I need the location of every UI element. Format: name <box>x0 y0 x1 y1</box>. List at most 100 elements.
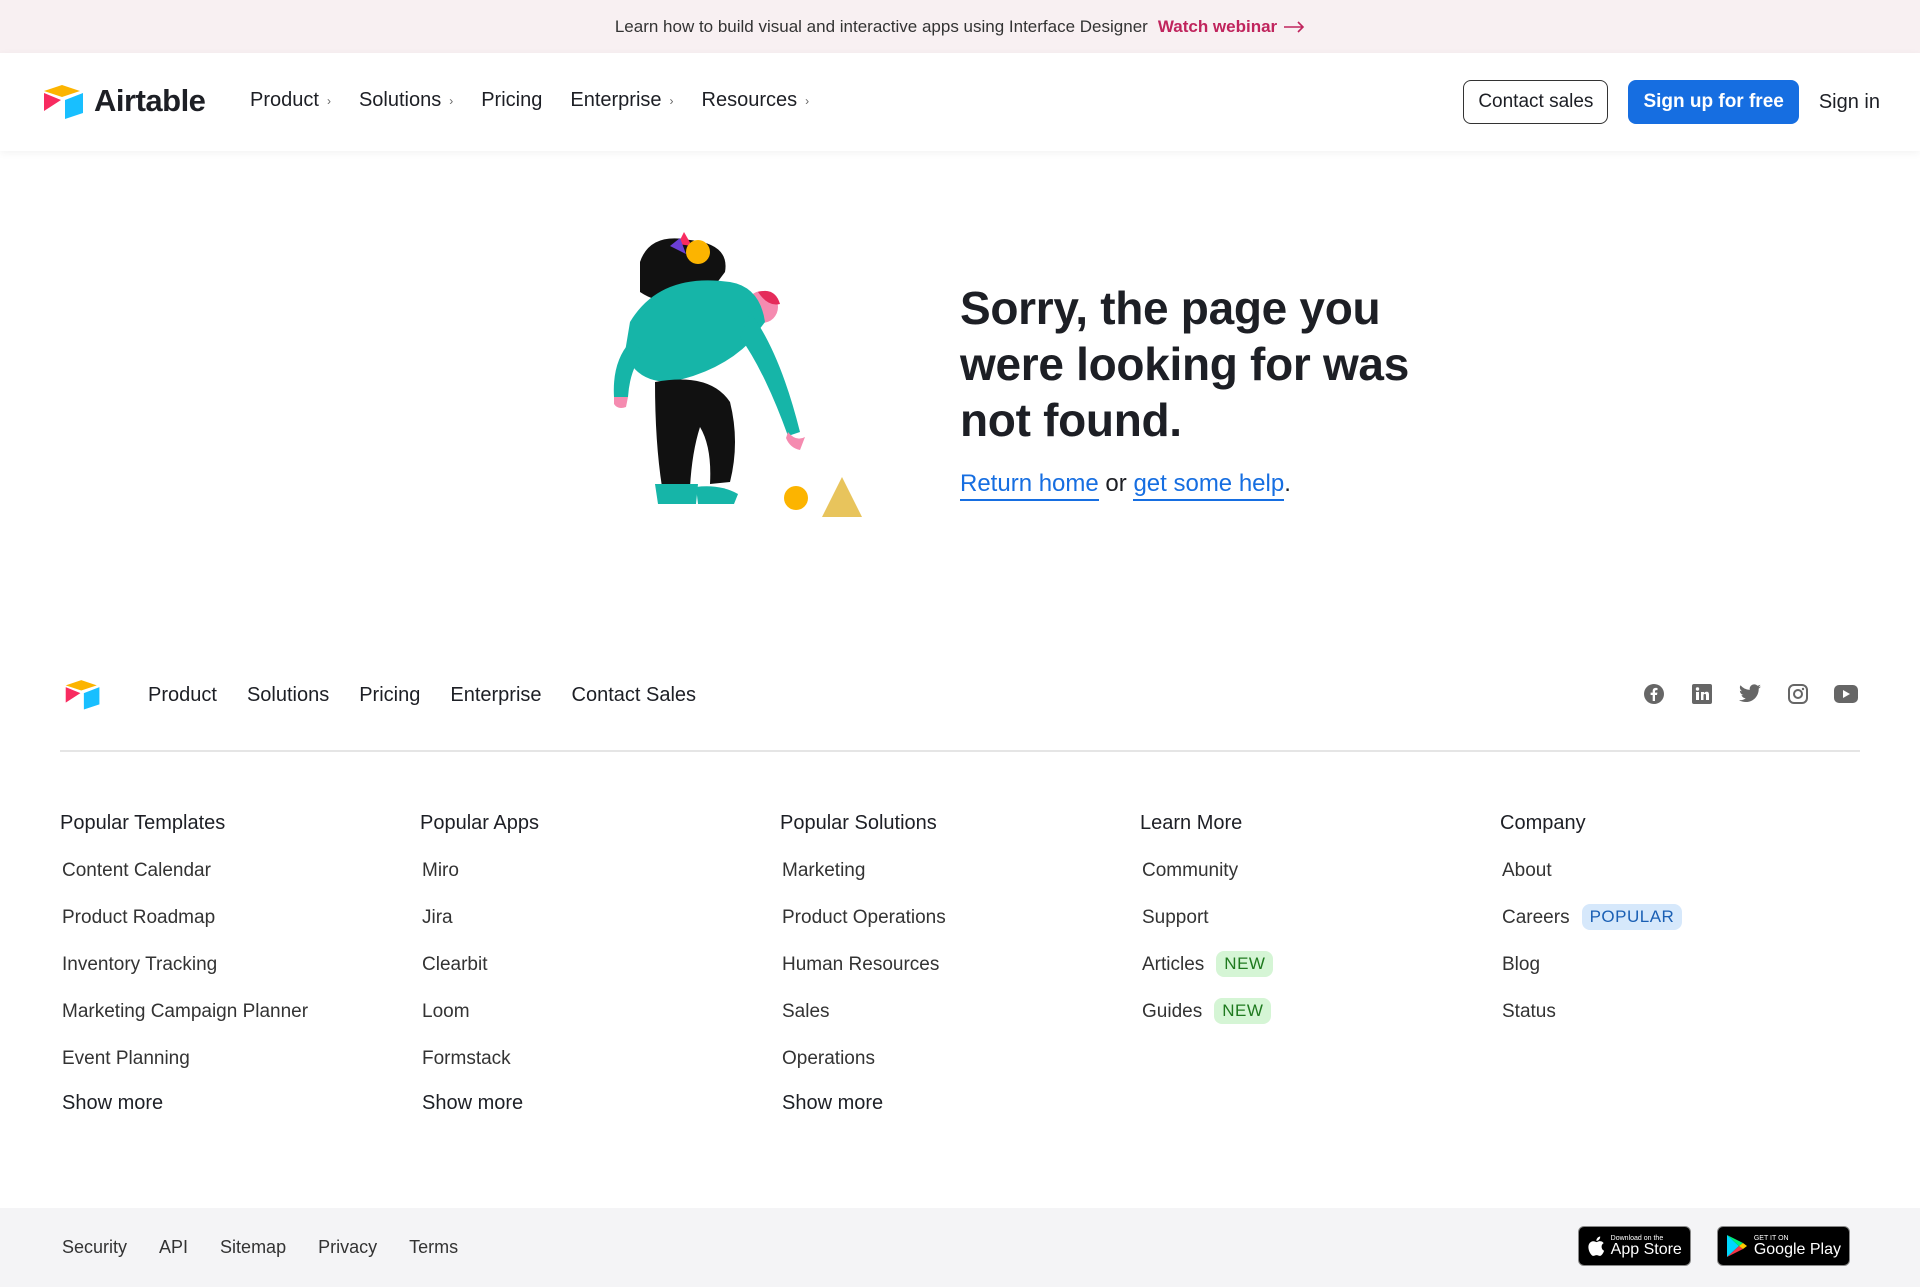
link-label: Formstack <box>422 1048 511 1069</box>
show-more-link[interactable]: Show more <box>780 1092 1140 1132</box>
show-more-link[interactable]: Show more <box>60 1092 420 1132</box>
nav-solutions[interactable]: Solutions › <box>359 89 453 112</box>
link-label: Marketing Campaign Planner <box>62 1001 309 1022</box>
footer-top: Product Solutions Pricing Enterprise Con… <box>60 672 1860 752</box>
link-label: Miro <box>422 860 459 881</box>
sitemap-link[interactable]: Sitemap <box>220 1237 286 1258</box>
legal-links: Security API Sitemap Privacy Terms <box>62 1237 490 1258</box>
popular-badge: POPULAR <box>1581 904 1683 930</box>
link-label: About <box>1502 860 1552 881</box>
twitter-icon[interactable] <box>1736 680 1764 708</box>
list-item[interactable]: Miro <box>420 860 780 907</box>
signup-button[interactable]: Sign up for free <box>1628 80 1799 124</box>
footer-nav: Product Solutions Pricing Enterprise Con… <box>148 684 726 707</box>
list-item[interactable]: Marketing <box>780 860 1140 907</box>
list-item[interactable]: Support <box>1140 907 1500 954</box>
nav-enterprise[interactable]: Enterprise › <box>570 89 673 112</box>
list-item[interactable]: Careers POPULAR <box>1500 904 1860 954</box>
list-item[interactable]: About <box>1500 860 1860 907</box>
nav-product[interactable]: Product › <box>250 89 331 112</box>
nav-pricing[interactable]: Pricing <box>481 89 542 112</box>
link-label: Human Resources <box>782 954 940 975</box>
list-item[interactable]: Jira <box>420 907 780 954</box>
link-label: Careers <box>1502 907 1570 928</box>
footer-nav-contact-sales[interactable]: Contact Sales <box>572 684 697 707</box>
security-link[interactable]: Security <box>62 1237 127 1258</box>
new-badge: NEW <box>1214 998 1272 1024</box>
footer-nav-solutions[interactable]: Solutions <box>247 684 329 707</box>
store-big-text: App Store <box>1610 1240 1682 1258</box>
nav-label: Pricing <box>481 89 543 111</box>
link-label: Loom <box>422 1001 470 1022</box>
list-item[interactable]: Event Planning <box>60 1048 420 1095</box>
footer-col-solutions: Popular Solutions Marketing Product Oper… <box>780 812 1140 1132</box>
list-item[interactable]: Product Operations <box>780 907 1140 954</box>
list-item[interactable]: Product Roadmap <box>60 907 420 954</box>
facebook-icon[interactable] <box>1640 680 1668 708</box>
list-item[interactable]: Guides NEW <box>1140 998 1500 1048</box>
list-item[interactable]: Articles NEW <box>1140 951 1500 1001</box>
nav-label: Solutions <box>358 89 442 111</box>
nav-label: Enterprise <box>570 89 662 111</box>
footer-col-apps: Popular Apps Miro Jira Clearbit Loom For… <box>420 812 780 1132</box>
or-text: or <box>1105 470 1127 497</box>
header-actions: Contact sales Sign up for free Sign in <box>1463 80 1880 124</box>
linkedin-icon[interactable] <box>1688 680 1716 708</box>
list-item[interactable]: Community <box>1140 860 1500 907</box>
api-link[interactable]: API <box>159 1237 188 1258</box>
footer-col-templates: Popular Templates Content Calendar Produ… <box>60 812 420 1132</box>
get-help-link[interactable]: get some help <box>1133 470 1285 501</box>
footer-columns: Popular Templates Content Calendar Produ… <box>60 812 1860 1132</box>
site-header: Airtable Product › Solutions › Pricing Ent… <box>0 53 1920 151</box>
airtable-logo[interactable]: Airtable <box>42 83 206 119</box>
new-badge: NEW <box>1216 951 1274 977</box>
footer-nav-enterprise[interactable]: Enterprise <box>450 684 541 707</box>
terms-link[interactable]: Terms <box>409 1237 458 1258</box>
list-item[interactable]: Blog <box>1500 954 1860 1001</box>
chevron-right-icon: › <box>326 93 331 108</box>
app-store-badges: Download on the App Store GET IT ON Goog… <box>1552 1226 1850 1266</box>
apple-icon <box>1588 1236 1604 1256</box>
chevron-right-icon: › <box>669 93 674 108</box>
list-item[interactable]: Formstack <box>420 1048 780 1095</box>
google-play-button[interactable]: GET IT ON Google Play <box>1716 1226 1850 1266</box>
list-item[interactable]: Status <box>1500 1001 1860 1048</box>
chevron-right-icon: › <box>805 93 810 108</box>
show-more-link[interactable]: Show more <box>420 1092 780 1132</box>
footer-col-company: Company About Careers POPULAR Blog Status <box>1500 812 1860 1132</box>
privacy-link[interactable]: Privacy <box>318 1237 377 1258</box>
footer-nav-pricing[interactable]: Pricing <box>359 684 420 707</box>
link-label: Operations <box>782 1048 875 1069</box>
app-store-button[interactable]: Download on the App Store <box>1577 1226 1691 1266</box>
store-big-text: Google Play <box>1753 1240 1841 1258</box>
nav-label: Product <box>250 89 319 111</box>
list-item[interactable]: Inventory Tracking <box>60 954 420 1001</box>
brand-name: Airtable <box>94 83 206 118</box>
announcement-bar: Learn how to build visual and interactiv… <box>0 0 1920 53</box>
contact-sales-button[interactable]: Contact sales <box>1463 80 1609 124</box>
watch-webinar-link[interactable]: Watch webinar <box>1158 17 1305 37</box>
nav-resources[interactable]: Resources › <box>702 89 810 112</box>
link-label: Inventory Tracking <box>62 954 218 975</box>
instagram-icon[interactable] <box>1784 680 1812 708</box>
footer-nav-product[interactable]: Product <box>148 684 217 707</box>
list-item[interactable]: Sales <box>780 1001 1140 1048</box>
not-found-heading: Sorry, the page you were looking for was… <box>960 282 1409 446</box>
signin-link[interactable]: Sign in <box>1819 91 1880 114</box>
link-label: Product Operations <box>782 907 946 928</box>
list-item[interactable]: Clearbit <box>420 954 780 1001</box>
list-item[interactable]: Marketing Campaign Planner <box>60 1001 420 1048</box>
footer-logo[interactable] <box>64 678 102 715</box>
return-home-link[interactable]: Return home <box>960 470 1099 501</box>
link-label: Blog <box>1502 954 1541 975</box>
col-title: Popular Apps <box>420 812 539 834</box>
main-nav: Product › Solutions › Pricing Enterprise › … <box>250 89 837 112</box>
youtube-icon[interactable] <box>1832 680 1860 708</box>
google-play-icon <box>1726 1235 1747 1257</box>
footer-col-learn: Learn More Community Support Articles NEW… <box>1140 812 1500 1132</box>
list-item[interactable]: Content Calendar <box>60 860 420 907</box>
list-item[interactable]: Loom <box>420 1001 780 1048</box>
list-item[interactable]: Human Resources <box>780 954 1140 1001</box>
list-item[interactable]: Operations <box>780 1048 1140 1095</box>
nav-label: Resources <box>701 89 798 111</box>
